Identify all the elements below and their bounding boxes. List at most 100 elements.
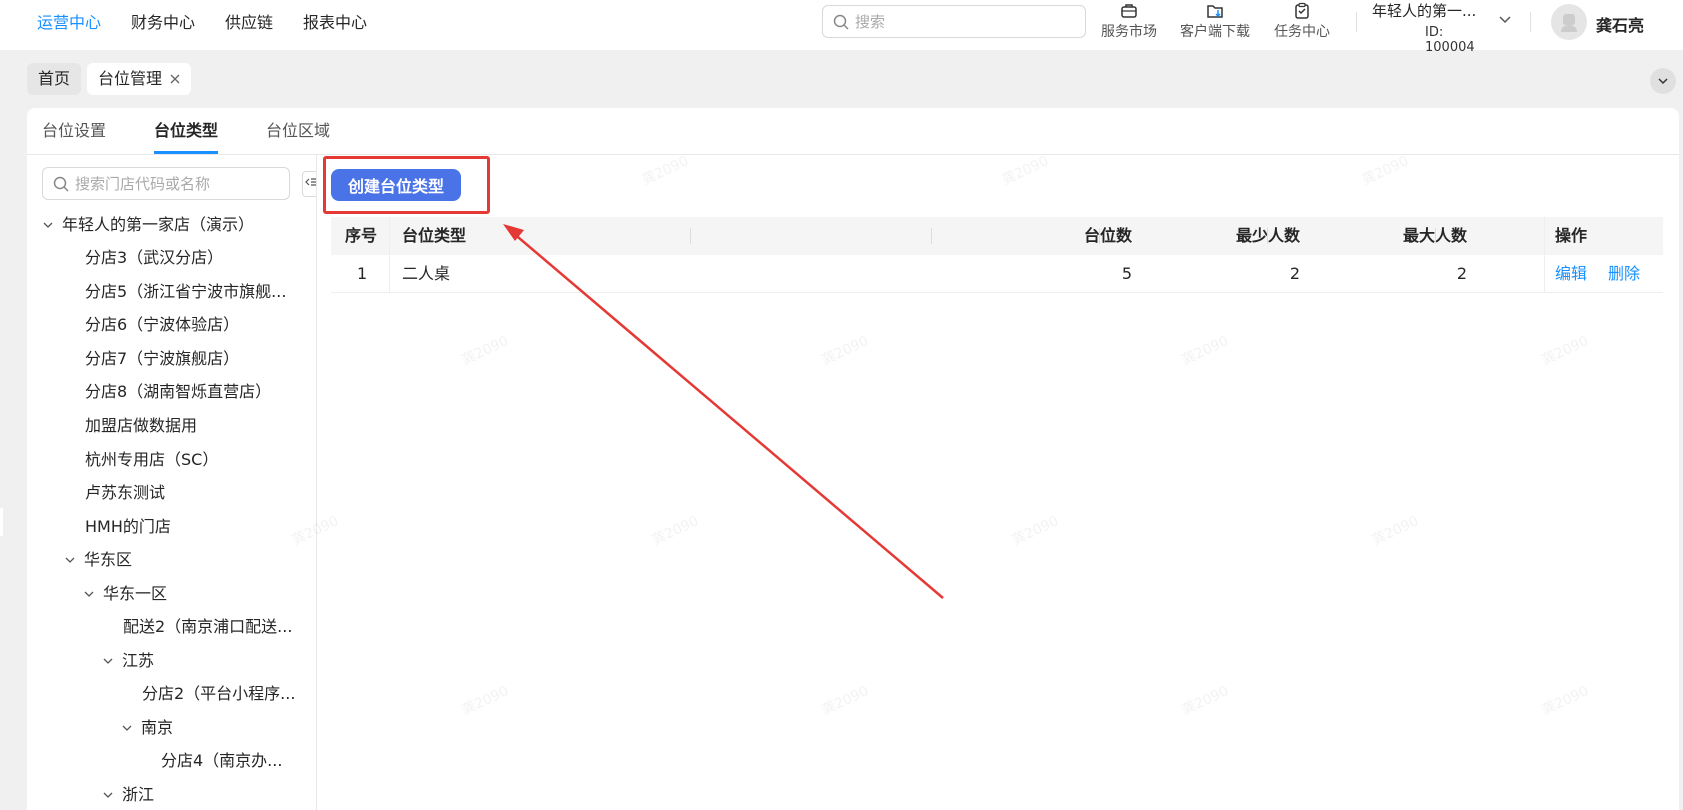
column-divider bbox=[1544, 217, 1545, 293]
tree-node-label: 分店8（湖南智烁直营店） bbox=[85, 382, 272, 401]
tree-node-label: 分店6（宁波体验店） bbox=[85, 315, 240, 334]
tree-node-city[interactable]: 南京 bbox=[121, 717, 173, 739]
folder-download-icon bbox=[1207, 5, 1223, 18]
service-market-button[interactable]: 服务市场 bbox=[1094, 2, 1164, 41]
avatar[interactable] bbox=[1551, 4, 1587, 40]
cell-max: 2 bbox=[1456, 264, 1467, 283]
clipboard-check-icon bbox=[1295, 2, 1309, 19]
chevron-down-icon bbox=[1658, 78, 1668, 85]
tree-node-label: 分店4（南京办... bbox=[161, 751, 283, 770]
tree-node-label: 杭州专用店（SC） bbox=[85, 450, 219, 469]
chevron-down-icon bbox=[65, 557, 75, 563]
tree-collapse-button[interactable] bbox=[302, 171, 316, 197]
cell-index: 1 bbox=[357, 264, 368, 283]
tab-table-areas[interactable]: 台位区域 bbox=[266, 108, 330, 154]
annotation-highlight-box bbox=[323, 156, 490, 214]
tree-node[interactable]: 分店7（宁波旗舰店） bbox=[85, 348, 239, 370]
tree-node[interactable]: 卢苏东测试 bbox=[85, 482, 165, 504]
table-row: 1 二人桌 5 2 2 编辑 删除 bbox=[331, 255, 1663, 293]
nav-item-finance[interactable]: 财务中心 bbox=[131, 12, 195, 34]
tree-node[interactable]: 杭州专用店（SC） bbox=[85, 449, 218, 471]
page-tab-home-label: 首页 bbox=[38, 69, 71, 88]
org-name: 年轻人的第一... bbox=[1372, 2, 1477, 20]
delete-button[interactable]: 删除 bbox=[1608, 255, 1640, 293]
page-tabs: 首页 台位管理 bbox=[27, 63, 192, 95]
chevron-down-icon bbox=[103, 658, 113, 664]
chevron-down-icon[interactable] bbox=[1498, 12, 1512, 26]
tree-node[interactable]: 分店3（武汉分店） bbox=[85, 247, 223, 269]
page-tab-table-management[interactable]: 台位管理 bbox=[87, 63, 192, 95]
divider bbox=[1530, 12, 1531, 32]
nav-item-reports[interactable]: 报表中心 bbox=[303, 12, 367, 34]
tab-table-settings[interactable]: 台位设置 bbox=[42, 108, 106, 154]
tree-node-label: 分店5（浙江省宁波市旗舰... bbox=[85, 282, 287, 301]
collapse-list-icon bbox=[305, 178, 316, 186]
sub-tabs: 台位设置 台位类型 台位区域 bbox=[42, 108, 378, 154]
left-strip bbox=[0, 50, 26, 810]
divider bbox=[1356, 12, 1357, 32]
tree-node[interactable]: 分店4（南京办... bbox=[161, 750, 282, 772]
page-tab-home[interactable]: 首页 bbox=[27, 63, 82, 95]
service-market-label: 服务市场 bbox=[1101, 24, 1157, 40]
client-download-label: 客户端下载 bbox=[1180, 24, 1250, 40]
username[interactable]: 龚石亮 bbox=[1596, 12, 1644, 36]
tree-node-label: 华东区 bbox=[84, 550, 133, 569]
global-search-input[interactable]: 搜索 bbox=[822, 5, 1086, 38]
tree-node-label: 分店7（宁波旗舰店） bbox=[85, 349, 240, 368]
tree-node-label: 加盟店做数据用 bbox=[85, 416, 198, 435]
column-header-index: 序号 bbox=[345, 226, 378, 245]
chevron-down-icon bbox=[122, 725, 132, 731]
task-center-label: 任务中心 bbox=[1274, 24, 1330, 40]
tree-node-root[interactable]: 年轻人的第一家店（演示） bbox=[42, 214, 254, 236]
column-separator bbox=[931, 228, 932, 244]
tree-node[interactable]: 配送2（南京浦口配送... bbox=[123, 616, 292, 638]
close-icon[interactable] bbox=[170, 74, 180, 84]
search-icon bbox=[833, 14, 849, 30]
tree-node[interactable]: 分店2（平台小程序... bbox=[142, 683, 295, 705]
user-icon bbox=[1561, 14, 1577, 32]
tree-node-label: 分店3（武汉分店） bbox=[85, 248, 224, 267]
nav-item-supply-chain[interactable]: 供应链 bbox=[225, 12, 273, 34]
tree-node-province[interactable]: 江苏 bbox=[102, 650, 154, 672]
briefcase-icon bbox=[1121, 4, 1137, 18]
tree-node-subregion[interactable]: 华东一区 bbox=[83, 583, 167, 605]
search-placeholder: 搜索 bbox=[855, 13, 886, 31]
task-center-button[interactable]: 任务中心 bbox=[1267, 2, 1337, 41]
table-header: 序号 台位类型 台位数 最少人数 最大人数 操作 bbox=[331, 217, 1663, 255]
tab-table-types[interactable]: 台位类型 bbox=[154, 108, 219, 154]
tree-node-label: 年轻人的第一家店（演示） bbox=[62, 215, 255, 234]
chevron-down-icon bbox=[103, 792, 113, 798]
top-bar: 运营中心 财务中心 供应链 报表中心 搜索 服务市场 客户端下载 任务中心 年轻… bbox=[0, 0, 1683, 55]
tree-node-label: 华东一区 bbox=[103, 584, 168, 603]
page-tab-current-label: 台位管理 bbox=[98, 69, 163, 88]
tree-node[interactable]: 分店8（湖南智烁直营店） bbox=[85, 381, 271, 403]
tree-node[interactable]: 加盟店做数据用 bbox=[85, 415, 197, 437]
tree-node-label: 浙江 bbox=[122, 785, 155, 804]
tree-node-label: 卢苏东测试 bbox=[85, 483, 166, 502]
tabs-collapse-button[interactable] bbox=[1650, 68, 1676, 94]
tree-node[interactable]: 分店6（宁波体验店） bbox=[85, 314, 239, 336]
chevron-down-icon bbox=[43, 222, 53, 228]
tree-node-label: 配送2（南京浦口配送... bbox=[123, 617, 293, 636]
top-nav: 运营中心 财务中心 供应链 报表中心 bbox=[37, 12, 397, 34]
cell-type: 二人桌 bbox=[402, 264, 451, 283]
tree-node-label: 分店2（平台小程序... bbox=[142, 684, 296, 703]
client-download-button[interactable]: 客户端下载 bbox=[1179, 2, 1251, 41]
column-separator bbox=[690, 228, 691, 244]
store-search-placeholder: 搜索门店代码或名称 bbox=[75, 175, 211, 193]
tree-node-label: HMH的门店 bbox=[85, 517, 171, 536]
tree-node[interactable]: HMH的门店 bbox=[85, 516, 171, 538]
column-header-actions: 操作 bbox=[1555, 226, 1588, 245]
tree-node-region[interactable]: 华东区 bbox=[64, 549, 132, 571]
tree-node[interactable]: 分店5（浙江省宁波市旗舰... bbox=[85, 281, 286, 303]
org-selector[interactable]: 年轻人的第一... ID: 100004 bbox=[1372, 0, 1492, 55]
tree-node-province[interactable]: 浙江 bbox=[102, 784, 154, 806]
column-separator bbox=[1435, 228, 1436, 244]
tree-node-label: 江苏 bbox=[122, 651, 155, 670]
store-search-input[interactable]: 搜索门店代码或名称 bbox=[42, 167, 290, 200]
edit-button[interactable]: 编辑 bbox=[1555, 255, 1587, 293]
main-panel: 台位设置 台位类型 台位区域 搜索门店代码或名称 年轻人的第一家店（演示） 分店… bbox=[27, 108, 1679, 810]
column-header-type: 台位类型 bbox=[402, 226, 467, 245]
nav-item-operations[interactable]: 运营中心 bbox=[37, 12, 101, 34]
sidebar-toggle-handle[interactable] bbox=[0, 508, 3, 536]
